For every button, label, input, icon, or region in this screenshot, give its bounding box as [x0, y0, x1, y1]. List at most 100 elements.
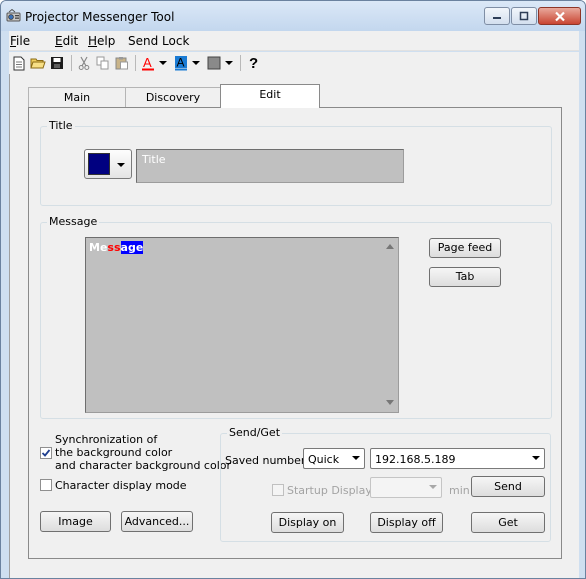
sync-background-checkbox[interactable]	[40, 447, 52, 459]
copy-button[interactable]	[95, 55, 111, 71]
toolbar-separator	[135, 55, 136, 71]
menu-send-lock[interactable]: Send Lock	[128, 34, 189, 48]
startup-display-minutes-select[interactable]	[370, 477, 442, 498]
menu-file[interactable]: File	[10, 34, 30, 48]
projector-app-icon	[6, 9, 21, 22]
get-button[interactable]: Get	[471, 512, 545, 533]
saved-number-label: Saved number	[225, 454, 306, 467]
scroll-down-arrow-icon[interactable]	[386, 400, 394, 405]
paste-clipboard-icon	[115, 57, 128, 70]
chevron-down-icon	[192, 61, 200, 65]
image-button-label: Image	[58, 515, 93, 528]
background-color-button[interactable]: A	[173, 55, 189, 71]
menu-bar: File Edit Help Send Lock	[9, 31, 579, 51]
ip-address-select[interactable]: 192.168.5.189	[370, 448, 545, 469]
close-icon	[554, 11, 565, 21]
close-button[interactable]	[538, 7, 581, 25]
scroll-up-arrow-icon[interactable]	[386, 244, 394, 249]
tab-edit[interactable]: Edit	[220, 84, 320, 108]
svg-text:?: ?	[249, 55, 258, 71]
ip-address-value: 192.168.5.189	[375, 453, 456, 466]
maximize-icon	[519, 11, 529, 21]
page-feed-label: Page feed	[437, 241, 493, 254]
title-placeholder-text: Title	[142, 153, 166, 166]
open-folder-button[interactable]	[30, 55, 46, 71]
menu-edit-accelerator: E	[55, 34, 63, 48]
chevron-down-icon	[352, 456, 360, 460]
chevron-down-icon	[117, 163, 125, 167]
fill-color-dropdown[interactable]	[224, 55, 234, 71]
background-color-dropdown[interactable]	[191, 55, 201, 71]
text-color-dropdown[interactable]	[158, 55, 168, 71]
tab-edit-label: Edit	[259, 88, 281, 101]
toolbar: A A ?	[9, 52, 579, 74]
paste-button[interactable]	[114, 55, 130, 71]
new-document-icon	[13, 56, 25, 70]
title-group-label: Title	[47, 119, 75, 132]
highlight-a-icon: A	[175, 56, 187, 71]
title-color-button[interactable]	[84, 149, 132, 179]
tab-insert-button[interactable]: Tab	[429, 267, 501, 287]
cut-button[interactable]	[76, 55, 92, 71]
tab-main[interactable]: Main	[28, 87, 126, 107]
send-get-group-label: Send/Get	[227, 426, 283, 439]
advanced-button[interactable]: Advanced...	[121, 511, 193, 532]
svg-text:A: A	[177, 56, 185, 70]
message-text-part: a	[120, 241, 128, 254]
display-off-button-label: Display off	[377, 516, 436, 529]
chevron-down-icon	[429, 485, 437, 489]
toolbar-separator	[71, 55, 72, 71]
message-group: Message Message Page feed Tab	[40, 215, 552, 419]
send-mode-value: Quick	[308, 453, 340, 466]
get-button-label: Get	[498, 516, 518, 529]
new-document-button[interactable]	[11, 55, 27, 71]
tab-main-label: Main	[63, 91, 91, 104]
chevron-down-icon	[532, 456, 540, 460]
maximize-button[interactable]	[511, 7, 537, 25]
help-button[interactable]: ?	[246, 55, 262, 71]
message-group-label: Message	[47, 215, 100, 228]
startup-display-label: Startup Display	[287, 484, 372, 497]
message-scrollbar[interactable]	[382, 238, 398, 412]
send-button[interactable]: Send	[471, 476, 545, 497]
title-bar[interactable]: Projector Messenger Tool	[1, 1, 585, 31]
cut-scissors-icon	[78, 56, 90, 70]
menu-file-label: ile	[16, 34, 31, 48]
tab-discovery[interactable]: Discovery	[125, 87, 221, 107]
copy-icon	[96, 56, 109, 70]
send-mode-select[interactable]: Quick	[303, 448, 365, 469]
save-disk-icon	[51, 57, 63, 69]
title-text-field[interactable]: Title	[136, 149, 404, 183]
fill-color-button[interactable]	[206, 55, 222, 71]
page-feed-button[interactable]: Page feed	[429, 238, 501, 258]
menu-edit[interactable]: Edit	[55, 34, 78, 48]
menu-help-accelerator: H	[88, 34, 98, 48]
tab-insert-label: Tab	[455, 270, 475, 283]
tab-discovery-label: Discovery	[145, 91, 201, 104]
client-area: Main Discovery Edit Title Title Message …	[9, 74, 579, 578]
font-color-a-icon: A	[142, 55, 154, 71]
minimize-button[interactable]	[484, 7, 510, 25]
display-off-button[interactable]: Display off	[370, 512, 443, 533]
send-get-group: Send/Get Saved number Quick 192.168.5.18…	[220, 426, 551, 542]
minutes-unit-label: min	[449, 484, 470, 497]
svg-text:A: A	[143, 55, 152, 70]
startup-display-checkbox[interactable]	[272, 484, 284, 496]
text-color-button[interactable]: A	[140, 55, 156, 71]
advanced-button-label: Advanced...	[124, 515, 190, 528]
menu-help[interactable]: Help	[88, 34, 115, 48]
character-display-mode-label: Character display mode	[55, 479, 187, 492]
message-text-part: ge	[127, 241, 144, 254]
chevron-down-icon	[159, 61, 167, 65]
fill-color-swatch-icon	[207, 56, 221, 70]
minimize-icon	[493, 17, 501, 19]
open-folder-icon	[30, 58, 46, 69]
message-text-area[interactable]: Message	[85, 237, 399, 413]
character-display-mode-checkbox[interactable]	[40, 479, 52, 491]
image-button[interactable]: Image	[40, 511, 111, 532]
toolbar-separator	[240, 55, 241, 71]
sync-label-line3: and character background color	[55, 459, 232, 472]
display-on-button[interactable]: Display on	[271, 512, 344, 533]
save-button[interactable]	[49, 55, 65, 71]
menu-send-lock-label: Send Lock	[128, 34, 190, 48]
